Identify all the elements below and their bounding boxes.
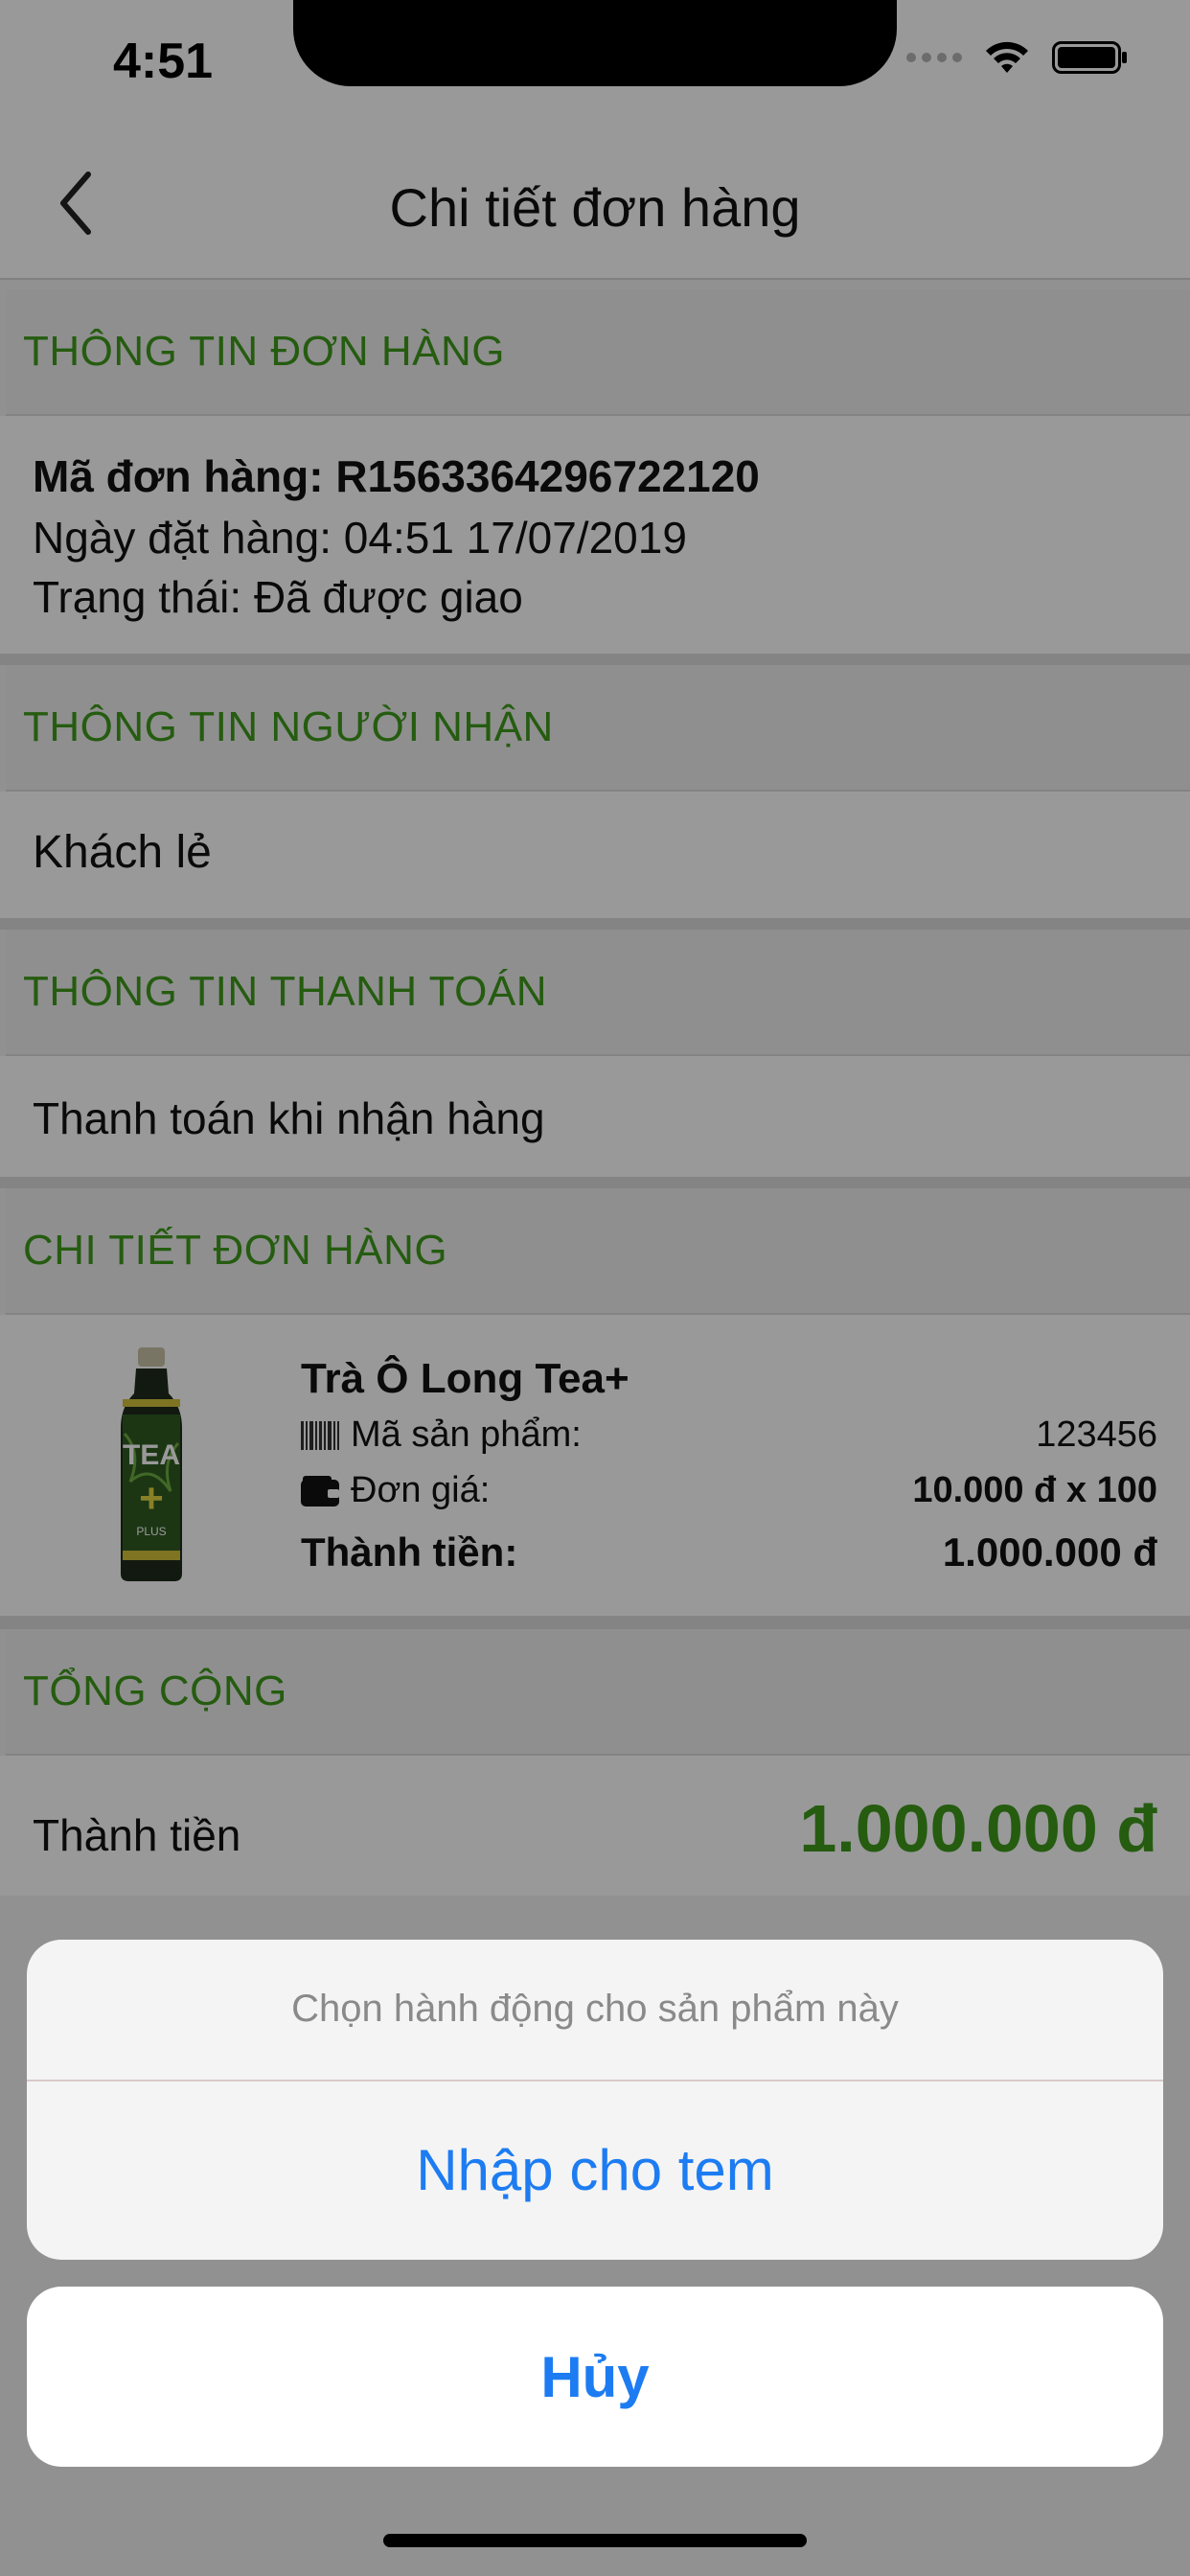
- enter-stamp-button[interactable]: Nhập cho tem: [27, 2080, 1163, 2260]
- cancel-button[interactable]: Hủy: [27, 2287, 1163, 2467]
- action-sheet-title: Chọn hành động cho sản phẩm này: [291, 1988, 899, 2030]
- action-sheet: Chọn hành động cho sản phẩm này Nhập cho…: [27, 1940, 1163, 2260]
- home-indicator[interactable]: [383, 2534, 807, 2547]
